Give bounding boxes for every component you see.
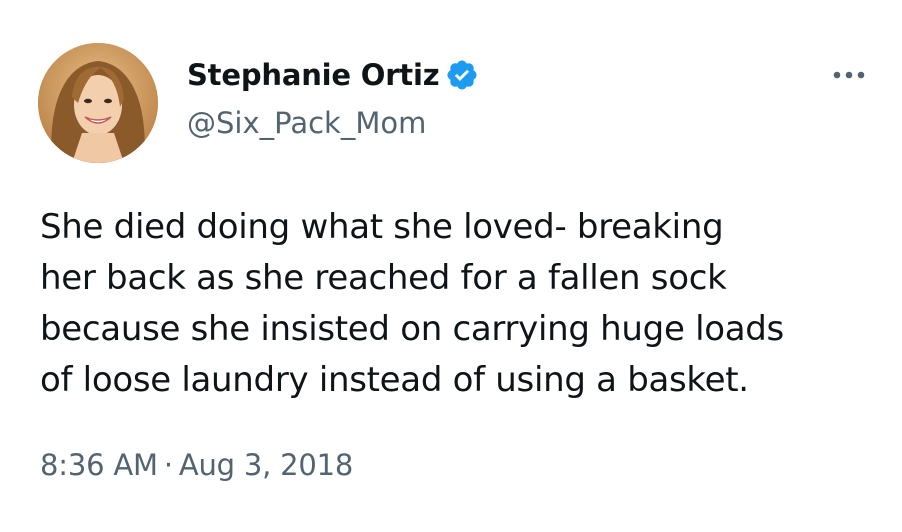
- author-handle[interactable]: @Six_Pack_Mom: [187, 106, 479, 140]
- tweet-text: She died doing what she loved- breaking …: [40, 202, 880, 406]
- tweet-timestamp: 8:36 AM · Aug 3, 2018: [40, 448, 353, 482]
- more-options-icon: [833, 71, 865, 79]
- name-row: Stephanie Ortiz: [187, 52, 479, 98]
- tweet-card: Stephanie Ortiz @Six_Pack_Mom She died d…: [0, 0, 902, 532]
- tweet-text-line: because she insisted on carrying huge lo…: [40, 309, 784, 349]
- author-display-name[interactable]: Stephanie Ortiz: [187, 58, 440, 92]
- timestamp-separator: ·: [163, 448, 173, 482]
- tweet-date-link[interactable]: Aug 3, 2018: [179, 448, 354, 482]
- tweet-text-line: of loose laundry instead of using a bask…: [40, 360, 749, 400]
- verified-badge-icon: [445, 58, 479, 92]
- avatar-photo: [38, 43, 158, 163]
- tweet-time-link[interactable]: 8:36 AM: [40, 448, 158, 482]
- more-options-button[interactable]: [826, 60, 872, 90]
- tweet-text-line: her back as she reached for a fallen soc…: [40, 258, 727, 298]
- author-info: Stephanie Ortiz @Six_Pack_Mom: [187, 52, 479, 162]
- tweet-text-line: She died doing what she loved- breaking: [40, 207, 724, 247]
- author-avatar[interactable]: [38, 43, 158, 163]
